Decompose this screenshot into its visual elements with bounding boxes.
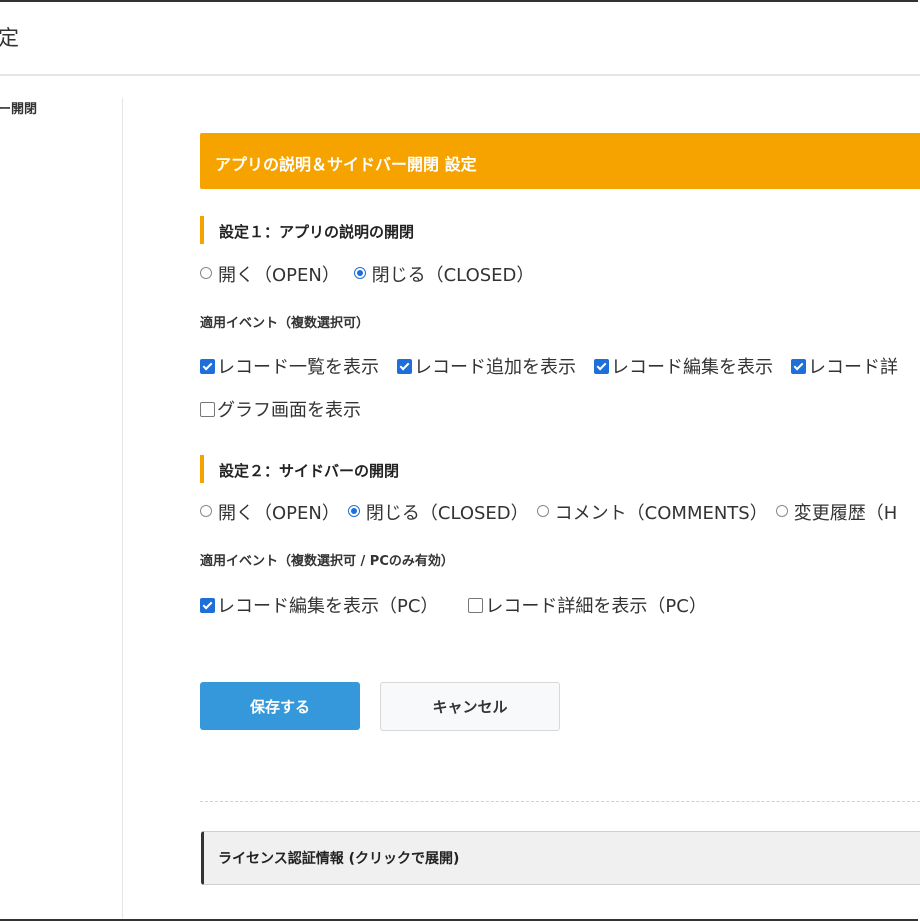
event-label: グラフ画面を表示 [217, 400, 361, 421]
event-record-edit-pc[interactable]: レコード編集を表示（PC） [200, 592, 438, 618]
event-record-detail[interactable]: レコード詳 [791, 353, 898, 379]
setting1-heading: 設定１：アプリの説明の開閉 [219, 223, 415, 241]
license-label: ライセンス認証情報 (クリックで展開) [218, 851, 460, 867]
radio-history-icon[interactable] [775, 505, 788, 517]
setting2-heading-bar: 設定２：サイドバーの開閉 [200, 455, 804, 483]
radio-open[interactable]: 開く（OPEN） [200, 261, 340, 287]
radio-history[interactable]: 変更履歴（H [775, 499, 898, 525]
page-header: 定 [0, 0, 920, 76]
event-graph[interactable]: グラフ画面を表示 [200, 396, 361, 422]
sidebar-item-label[interactable]: ー開閉 [0, 98, 37, 117]
checkbox-icon[interactable] [200, 359, 215, 374]
radio-closed[interactable]: 閉じる（CLOSED） [347, 499, 529, 525]
event-label: レコード編集を表示（PC） [217, 596, 439, 617]
radio-comments-label: コメント（COMMENTS） [554, 503, 768, 524]
radio-closed-label: 閉じる（CLOSED） [371, 265, 535, 286]
setting2-events-row: レコード編集を表示（PC） レコード詳細を表示（PC） [200, 592, 725, 618]
event-record-edit[interactable]: レコード編集を表示 [594, 353, 773, 379]
event-label: レコード詳細を表示（PC） [485, 596, 707, 617]
event-label: レコード追加を表示 [414, 357, 576, 378]
radio-closed-icon[interactable] [347, 505, 360, 517]
setting2-radio-group: 開く（OPEN） 閉じる（CLOSED） コメント（COMMENTS） 変更履歴… [200, 499, 905, 525]
checkbox-icon[interactable] [468, 598, 484, 613]
checkbox-icon[interactable] [594, 359, 609, 374]
radio-closed-label: 閉じる（CLOSED） [365, 503, 529, 524]
event-record-detail-pc[interactable]: レコード詳細を表示（PC） [468, 592, 707, 618]
sidebar-divider [122, 98, 123, 918]
setting2-heading: 設定２：サイドバーの開閉 [219, 462, 400, 480]
radio-open[interactable]: 開く（OPEN） [200, 499, 340, 525]
setting1-heading-bar: 設定１：アプリの説明の開閉 [200, 216, 804, 244]
setting1-events-label: 適用イベント（複数選択可） [200, 316, 370, 331]
radio-closed[interactable]: 閉じる（CLOSED） [353, 261, 535, 287]
section-divider [200, 801, 920, 802]
radio-comments[interactable]: コメント（COMMENTS） [536, 499, 768, 525]
save-button[interactable]: 保存する [200, 682, 360, 730]
cancel-button[interactable]: キャンセル [380, 682, 560, 731]
radio-comments-icon[interactable] [536, 505, 549, 517]
setting2-events-label: 適用イベント（複数選択可 / PCのみ有効） [200, 554, 454, 569]
radio-open-icon[interactable] [200, 267, 212, 279]
radio-open-icon[interactable] [200, 505, 212, 517]
event-record-add[interactable]: レコード追加を表示 [397, 353, 576, 379]
checkbox-icon[interactable] [397, 359, 412, 374]
event-record-list[interactable]: レコード一覧を表示 [200, 353, 379, 379]
radio-history-label: 変更履歴（H [793, 503, 898, 524]
event-label: レコード一覧を表示 [217, 357, 379, 378]
checkbox-icon[interactable] [200, 598, 215, 613]
radio-open-label: 開く（OPEN） [218, 503, 340, 524]
event-label: レコード詳 [808, 357, 898, 378]
setting1-radio-group: 開く（OPEN） 閉じる（CLOSED） [200, 261, 542, 287]
checkbox-icon[interactable] [200, 402, 215, 417]
checkbox-icon[interactable] [791, 359, 806, 374]
setting1-events-row2: グラフ画面を表示 [200, 396, 379, 422]
event-label: レコード編集を表示 [611, 357, 773, 378]
radio-open-label: 開く（OPEN） [218, 265, 340, 286]
page-title: 定 [0, 26, 19, 50]
radio-closed-icon[interactable] [353, 267, 366, 279]
setting1-events-row1: レコード一覧を表示 レコード追加を表示 レコード編集を表示 レコード詳 [200, 353, 916, 379]
settings-banner: アプリの説明＆サイドバー開閉 設定 [200, 133, 920, 189]
banner-title: アプリの説明＆サイドバー開閉 設定 [215, 155, 477, 174]
license-panel[interactable]: ライセンス認証情報 (クリックで展開) [201, 831, 920, 885]
